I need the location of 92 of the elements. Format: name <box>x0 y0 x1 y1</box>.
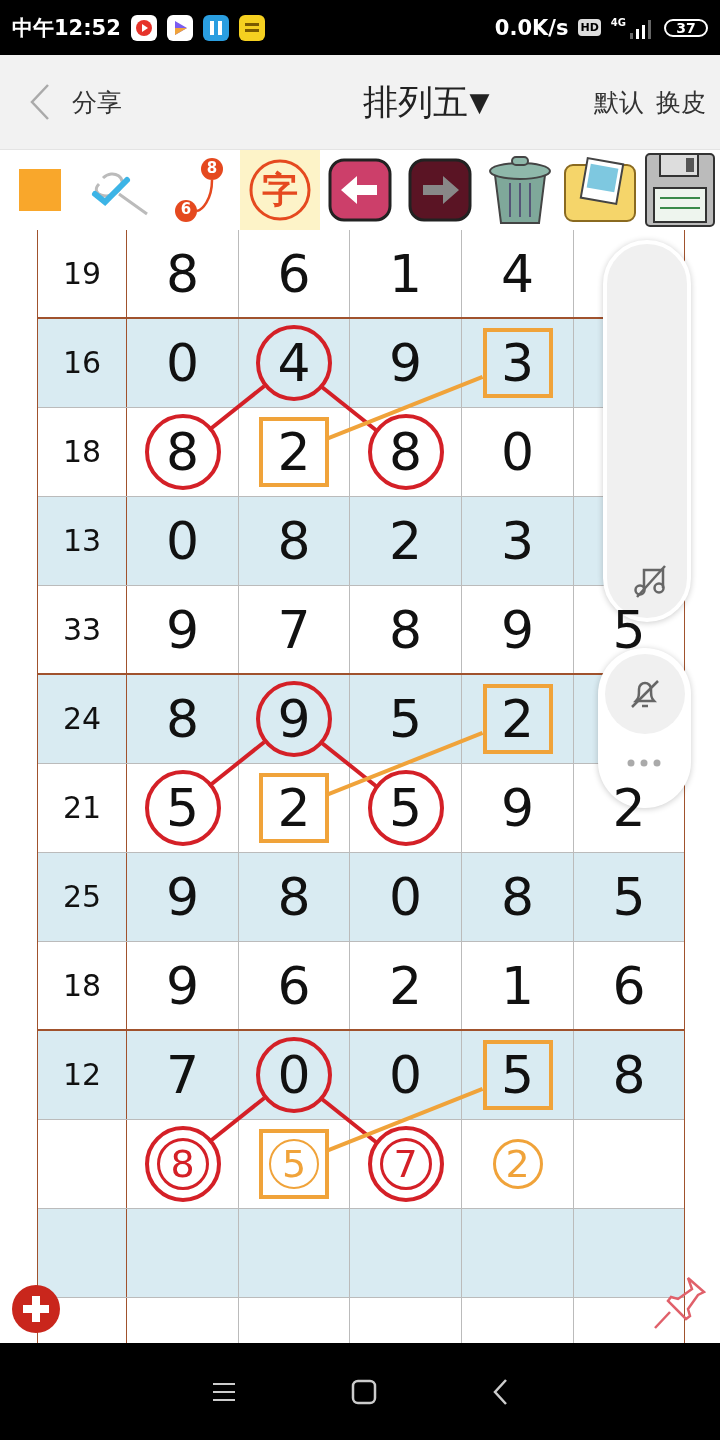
digit-cell: 8 <box>612 1049 646 1101</box>
digit-cell: 5 <box>165 782 200 834</box>
stamp-circle-icon <box>247 157 313 223</box>
digit-cell: 9 <box>277 693 311 745</box>
node-number: 6 <box>179 200 193 218</box>
node-number: 8 <box>205 159 219 177</box>
network-speed: 0.0K/s <box>494 15 569 40</box>
row-label: 18 <box>62 970 102 1001</box>
digit-cell: 6 <box>277 247 311 300</box>
video-app-icon <box>130 14 157 41</box>
square-color-icon <box>19 169 61 211</box>
row-label: 33 <box>62 614 102 645</box>
clock-time: 中午12:52 <box>12 14 121 42</box>
header-action-button[interactable]: 默认 <box>594 85 644 119</box>
share-label: 分享 <box>72 86 122 119</box>
digit-cell: 5 <box>388 693 423 745</box>
digit-cell: 3 <box>500 337 535 389</box>
predicted-digit: 8 <box>170 1145 195 1183</box>
digit-cell: 8 <box>277 871 311 923</box>
digit-cell: 8 <box>277 515 311 567</box>
digit-cell: 2 <box>277 426 311 478</box>
digit-cell: 1 <box>500 959 535 1012</box>
row-label: 19 <box>62 258 102 289</box>
hd-badge: HD <box>578 19 601 36</box>
photo-folder-icon <box>562 155 638 225</box>
digit-cell: 0 <box>277 1049 311 1101</box>
digit-cell: 5 <box>612 871 646 923</box>
digit-cell: 2 <box>277 782 311 834</box>
predicted-digit: 5 <box>281 1145 307 1183</box>
reader-app-icon <box>238 14 265 41</box>
digit-cell: 5 <box>612 603 646 656</box>
digit-cell: 6 <box>277 959 311 1012</box>
digit-cell: 7 <box>165 1049 200 1101</box>
predicted-digit: 2 <box>505 1145 530 1183</box>
digit-cell: 0 <box>500 426 535 478</box>
network-type: 4G <box>610 16 626 28</box>
battery-level: 37 <box>664 18 708 37</box>
digit-cell: 4 <box>500 247 535 300</box>
back-chevron-icon <box>492 1377 508 1406</box>
digit-cell: 8 <box>165 426 200 478</box>
digit-cell: 9 <box>165 871 200 923</box>
digit-cell: 6 <box>612 959 646 1012</box>
digit-cell: 0 <box>388 871 423 923</box>
digit-cell: 8 <box>165 693 200 745</box>
row-label: 12 <box>62 1060 102 1090</box>
digit-cell: 9 <box>165 603 200 656</box>
header-action-button[interactable]: 换皮 <box>656 85 706 119</box>
digit-cell: 0 <box>388 1049 423 1101</box>
digit-cell: 0 <box>165 337 200 389</box>
menu-button[interactable] <box>212 1381 236 1402</box>
row-label: 18 <box>62 437 102 467</box>
play-app-icon <box>166 14 193 41</box>
row-label: 24 <box>62 704 102 734</box>
digit-cell: 8 <box>500 871 535 923</box>
digit-cell: 9 <box>388 337 423 389</box>
home-button[interactable] <box>351 1378 377 1405</box>
row-label: 16 <box>62 348 102 378</box>
digit-cell: 2 <box>612 782 646 834</box>
digit-cell: 9 <box>500 782 535 834</box>
link-tool-button[interactable]: 6 8 <box>160 150 240 230</box>
row-label: 13 <box>62 526 102 556</box>
digit-cell: 4 <box>277 337 311 389</box>
home-square-icon <box>351 1378 377 1405</box>
predicted-digit: 7 <box>393 1145 418 1183</box>
digit-cell: 8 <box>165 247 200 300</box>
digit-cell: 2 <box>500 693 535 745</box>
digit-cell: 3 <box>500 515 535 567</box>
digit-cell: 2 <box>388 959 423 1012</box>
menu-icon <box>212 1381 236 1402</box>
book-app-icon <box>202 14 229 41</box>
back-chevron-icon <box>28 83 52 121</box>
row-label: 21 <box>62 793 102 823</box>
digit-cell: 8 <box>388 426 423 478</box>
connector-line <box>207 740 266 788</box>
bell-off-button[interactable] <box>605 654 685 734</box>
digit-cell: 5 <box>500 1049 535 1101</box>
stamp-character: 字 <box>262 172 298 208</box>
digit-cell: 0 <box>165 515 200 567</box>
text-tool-button[interactable]: 字 <box>240 150 320 230</box>
music-off-icon[interactable] <box>633 564 667 598</box>
digit-cell: 2 <box>388 515 423 567</box>
add-button[interactable] <box>11 1284 61 1334</box>
connector-line <box>207 384 266 432</box>
digit-cell: 8 <box>388 603 423 656</box>
digit-cell: 9 <box>165 959 200 1012</box>
digit-cell: 5 <box>388 782 423 834</box>
connector-line <box>207 1096 266 1144</box>
back-button[interactable] <box>492 1377 508 1406</box>
digit-cell: 1 <box>388 247 423 300</box>
digit-cell: 9 <box>500 603 535 656</box>
digit-cell: 7 <box>277 603 311 656</box>
row-label: 25 <box>62 882 102 912</box>
